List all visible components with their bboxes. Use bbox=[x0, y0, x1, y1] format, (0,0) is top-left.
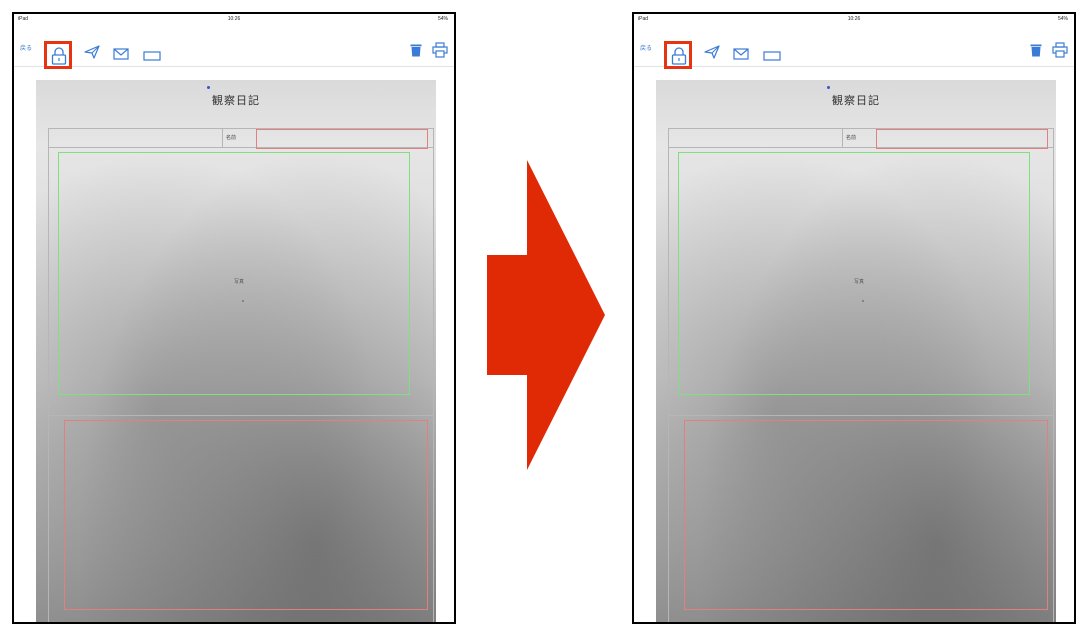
rectangle-button[interactable] bbox=[763, 48, 781, 66]
document-photo: 観察日記 名前 写真 bbox=[36, 80, 436, 622]
photo-input-field[interactable] bbox=[678, 152, 1030, 395]
ipad-screen-before: iPad 10:26 54% 戻る 観察日記 名前 写真 bbox=[12, 12, 456, 624]
sheet-title: 観察日記 bbox=[832, 95, 880, 107]
photo-label: 写真 bbox=[854, 279, 865, 285]
right-arrow-icon bbox=[487, 160, 605, 470]
carrier-label: iPad bbox=[638, 16, 649, 22]
send-icon bbox=[84, 45, 100, 59]
header-divider bbox=[222, 128, 223, 148]
mail-icon bbox=[113, 48, 129, 60]
mail-button[interactable] bbox=[113, 47, 129, 65]
battery-indicator: 54% bbox=[1057, 16, 1068, 22]
mail-icon bbox=[733, 48, 749, 60]
cursor-dot bbox=[827, 86, 830, 89]
status-bar: iPad 10:26 54% bbox=[634, 14, 1074, 26]
send-button[interactable] bbox=[84, 45, 100, 64]
trash-icon bbox=[1030, 44, 1042, 57]
back-button[interactable]: 戻る bbox=[640, 43, 652, 52]
print-button[interactable] bbox=[1052, 42, 1068, 63]
trash-icon bbox=[410, 44, 422, 57]
name-input-field[interactable] bbox=[876, 129, 1048, 149]
trash-button[interactable] bbox=[1030, 43, 1042, 62]
lock-icon bbox=[51, 47, 67, 65]
name-input-field[interactable] bbox=[256, 129, 428, 149]
header-divider bbox=[842, 128, 843, 148]
carrier-label: iPad bbox=[18, 16, 29, 22]
photo-dot bbox=[242, 300, 244, 302]
back-button[interactable]: 戻る bbox=[20, 43, 32, 52]
photo-input-field[interactable] bbox=[58, 152, 410, 395]
mail-button[interactable] bbox=[733, 47, 749, 65]
print-icon bbox=[1052, 42, 1068, 58]
status-bar: iPad 10:26 54% bbox=[14, 14, 454, 26]
rectangle-icon bbox=[143, 51, 161, 61]
note-input-field[interactable] bbox=[684, 420, 1048, 610]
lock-button-highlight[interactable] bbox=[44, 41, 72, 69]
toolbar: 戻る bbox=[14, 26, 454, 69]
sheet-title: 観察日記 bbox=[212, 95, 260, 107]
trash-button[interactable] bbox=[410, 43, 422, 62]
document-photo: 観察日記 名前 写真 bbox=[656, 80, 1056, 622]
battery-indicator: 54% bbox=[437, 16, 448, 22]
toolbar: 戻る bbox=[634, 26, 1074, 69]
photo-dot bbox=[862, 300, 864, 302]
rectangle-button[interactable] bbox=[143, 48, 161, 66]
send-button[interactable] bbox=[704, 45, 720, 64]
cursor-dot bbox=[207, 86, 210, 89]
send-icon bbox=[704, 45, 720, 59]
status-time: 10:26 bbox=[847, 16, 861, 22]
section-divider bbox=[668, 415, 1054, 416]
name-label: 名前 bbox=[846, 135, 857, 141]
lock-button-highlight[interactable] bbox=[664, 41, 692, 69]
note-input-field[interactable] bbox=[64, 420, 428, 610]
status-time: 10:26 bbox=[227, 16, 241, 22]
section-divider bbox=[48, 415, 434, 416]
photo-label: 写真 bbox=[234, 279, 245, 285]
print-icon bbox=[432, 42, 448, 58]
print-button[interactable] bbox=[432, 42, 448, 63]
rectangle-icon bbox=[763, 51, 781, 61]
name-label: 名前 bbox=[226, 135, 237, 141]
ipad-screen-after: iPad 10:26 54% 戻る 観察日記 名前 写真 bbox=[632, 12, 1076, 624]
lock-icon bbox=[671, 47, 687, 65]
